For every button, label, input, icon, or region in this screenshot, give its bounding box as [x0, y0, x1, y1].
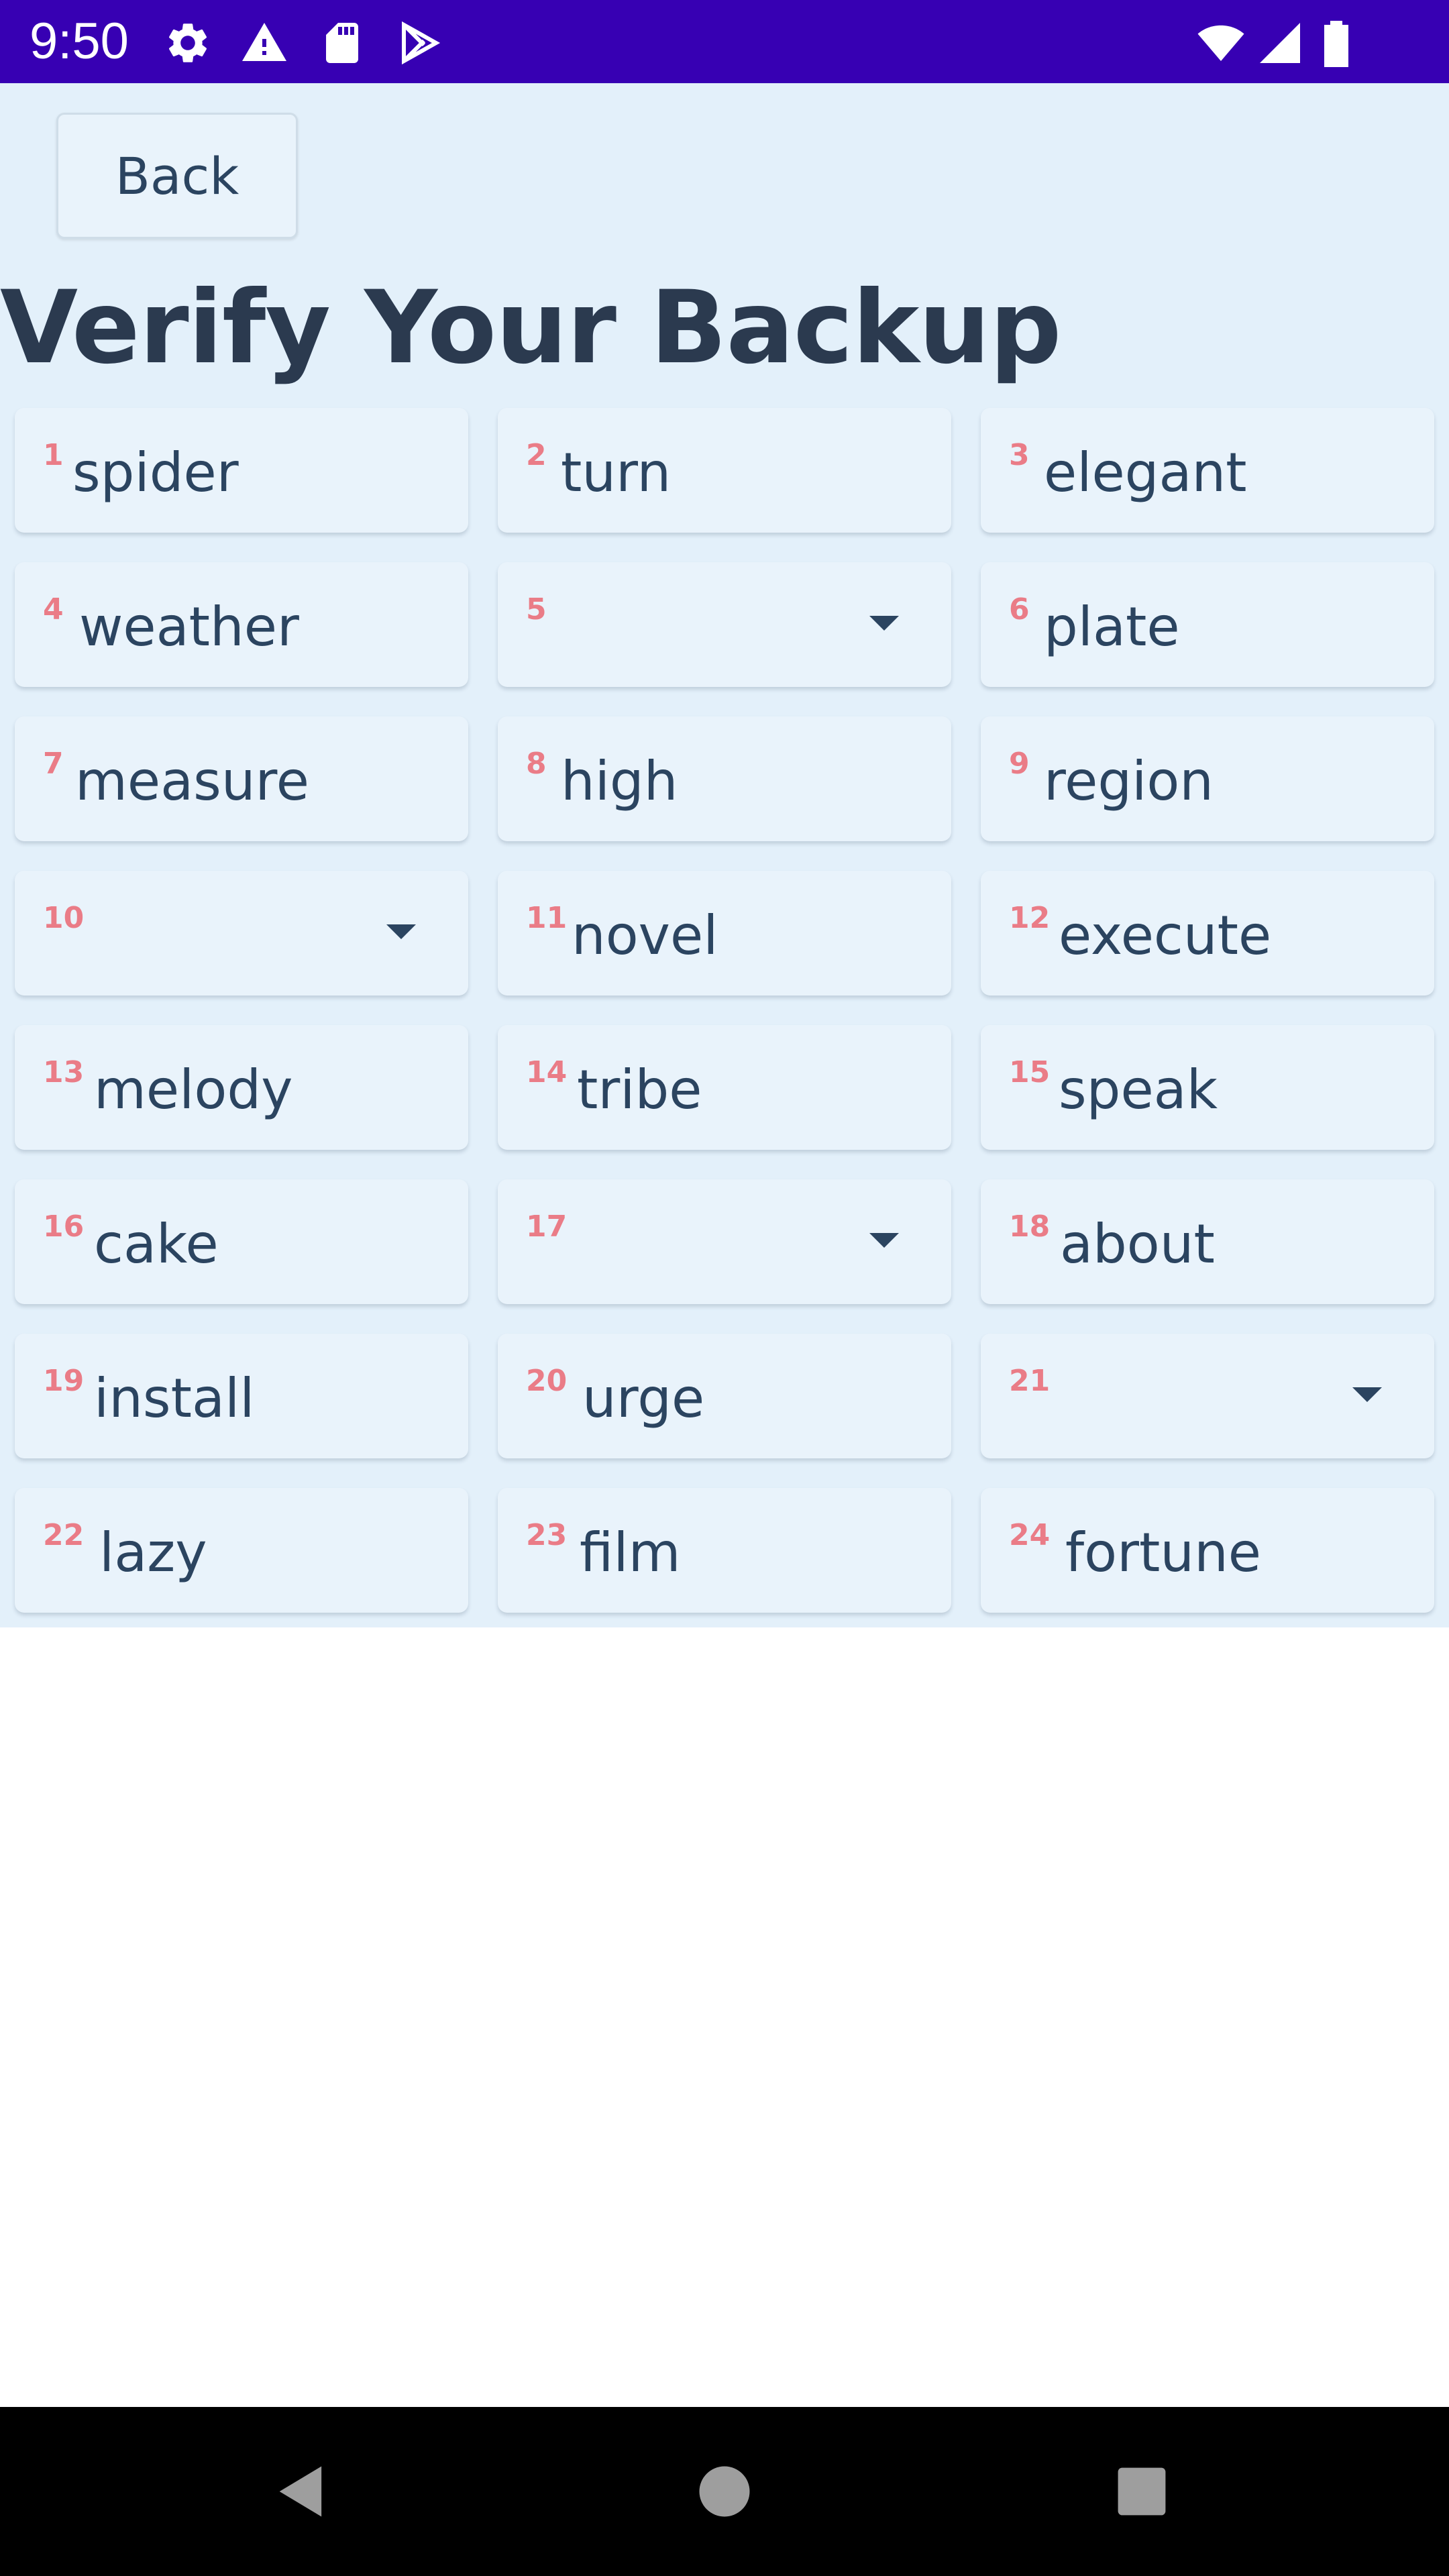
chevron-down-icon	[869, 1233, 899, 1248]
word-number: 5	[526, 592, 547, 627]
word-cell-6[interactable]: 6 plate	[981, 562, 1434, 687]
page-title: Verify Your Backup	[0, 270, 1062, 386]
word-number: 15	[1009, 1055, 1051, 1089]
word-cell-8[interactable]: 8 high	[498, 716, 951, 841]
word-cell-18[interactable]: 18 about	[981, 1179, 1434, 1304]
word-cell-15[interactable]: 15 speak	[981, 1025, 1434, 1150]
word-cell-2[interactable]: 2 turn	[498, 408, 951, 533]
chevron-down-icon	[869, 616, 899, 631]
word-cell-9[interactable]: 9 region	[981, 716, 1434, 841]
battery-icon	[1318, 19, 1355, 67]
word-number: 6	[1009, 592, 1030, 627]
word-cell-14[interactable]: 14 tribe	[498, 1025, 951, 1150]
chevron-down-icon	[1352, 1387, 1382, 1402]
word-number: 24	[1009, 1518, 1051, 1552]
word-number: 23	[526, 1518, 568, 1552]
word-text: region	[1044, 750, 1214, 812]
word-number: 10	[43, 901, 85, 935]
recents-square-icon[interactable]	[1108, 2458, 1175, 2525]
word-text: novel	[572, 904, 718, 967]
gear-icon	[164, 19, 212, 67]
word-text: turn	[561, 441, 672, 504]
word-text: measure	[75, 750, 309, 812]
word-text: weather	[79, 596, 299, 658]
sd-card-icon	[318, 19, 366, 67]
word-number: 17	[526, 1210, 568, 1244]
word-cell-23[interactable]: 23 film	[498, 1488, 951, 1613]
word-number: 9	[1009, 747, 1030, 781]
word-number: 1	[43, 438, 64, 472]
word-cell-20[interactable]: 20 urge	[498, 1334, 951, 1458]
word-number: 21	[1009, 1364, 1051, 1398]
verify-backup-screen: Back Verify Your Backup 1 spider 2 turn …	[0, 83, 1449, 1627]
warning-icon	[240, 19, 288, 67]
wifi-icon	[1194, 19, 1248, 67]
word-cell-16[interactable]: 16 cake	[15, 1179, 468, 1304]
cellular-signal-icon	[1256, 19, 1304, 67]
word-number: 18	[1009, 1210, 1051, 1244]
word-text: lazy	[99, 1521, 207, 1584]
word-number: 7	[43, 747, 64, 781]
home-circle-icon[interactable]	[691, 2458, 758, 2525]
chevron-down-icon	[386, 924, 416, 939]
word-number: 11	[526, 901, 568, 935]
word-cell-3[interactable]: 3 elegant	[981, 408, 1434, 533]
play-store-icon	[396, 19, 444, 67]
status-bar: 9:50	[0, 0, 1449, 83]
back-button[interactable]: Back	[56, 113, 298, 239]
word-text: melody	[94, 1059, 293, 1121]
word-number: 12	[1009, 901, 1051, 935]
word-number: 16	[43, 1210, 85, 1244]
word-dropdown-5[interactable]: 5	[498, 562, 951, 687]
word-text: spider	[72, 441, 239, 504]
word-text: install	[94, 1367, 255, 1430]
word-text: plate	[1044, 596, 1180, 658]
word-dropdown-10[interactable]: 10	[15, 871, 468, 996]
word-number: 2	[526, 438, 547, 472]
word-cell-4[interactable]: 4 weather	[15, 562, 468, 687]
word-cell-11[interactable]: 11 novel	[498, 871, 951, 996]
word-text: tribe	[577, 1059, 702, 1121]
word-cell-7[interactable]: 7 measure	[15, 716, 468, 841]
word-text: film	[580, 1521, 681, 1584]
word-dropdown-21[interactable]: 21	[981, 1334, 1434, 1458]
word-text: fortune	[1065, 1521, 1261, 1584]
word-text: urge	[582, 1367, 705, 1430]
status-time: 9:50	[30, 13, 129, 70]
word-text: elegant	[1044, 441, 1247, 504]
word-text: cake	[94, 1213, 219, 1275]
word-number: 20	[526, 1364, 568, 1398]
word-cell-19[interactable]: 19 install	[15, 1334, 468, 1458]
word-number: 13	[43, 1055, 85, 1089]
word-number: 19	[43, 1364, 85, 1398]
word-cell-13[interactable]: 13 melody	[15, 1025, 468, 1150]
seed-word-grid: 1 spider 2 turn 3 elegant 4 weather 5 6 …	[15, 408, 1434, 1613]
word-number: 14	[526, 1055, 568, 1089]
word-cell-12[interactable]: 12 execute	[981, 871, 1434, 996]
word-cell-22[interactable]: 22 lazy	[15, 1488, 468, 1613]
word-number: 22	[43, 1518, 85, 1552]
word-cell-1[interactable]: 1 spider	[15, 408, 468, 533]
word-text: about	[1060, 1213, 1215, 1275]
back-triangle-icon[interactable]	[268, 2458, 335, 2525]
word-cell-24[interactable]: 24 fortune	[981, 1488, 1434, 1613]
word-text: high	[561, 750, 678, 812]
word-text: execute	[1059, 904, 1272, 967]
word-text: speak	[1059, 1059, 1218, 1121]
word-number: 4	[43, 592, 64, 627]
word-number: 3	[1009, 438, 1030, 472]
word-number: 8	[526, 747, 547, 781]
word-dropdown-17[interactable]: 17	[498, 1179, 951, 1304]
navigation-bar	[0, 2407, 1449, 2576]
